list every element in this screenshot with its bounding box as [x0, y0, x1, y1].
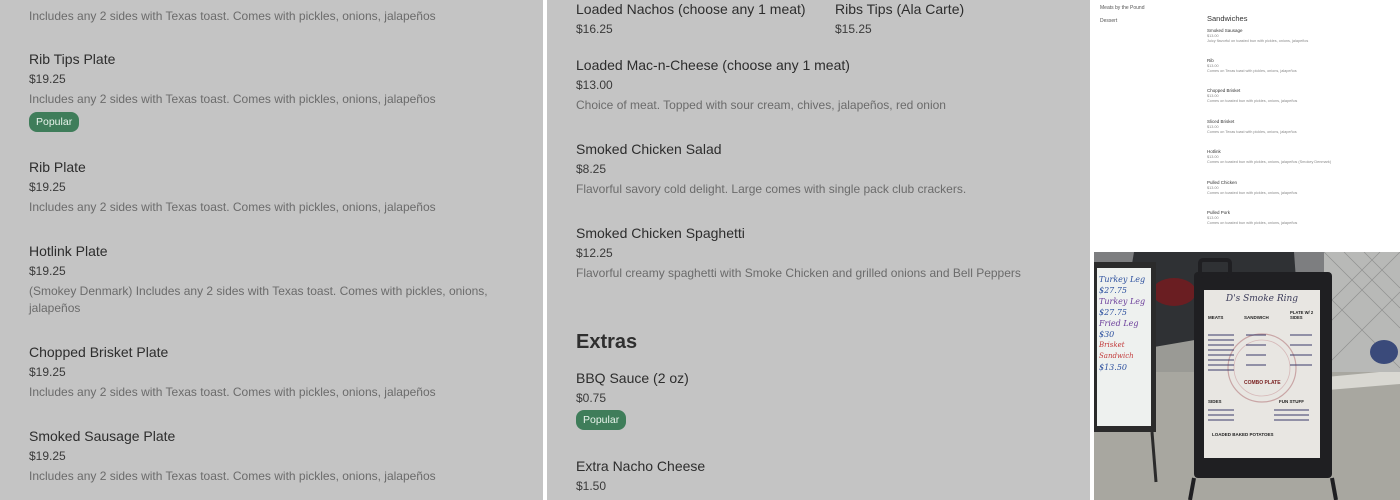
- thumb-item-desc: Comes on toasted bun with pickles, onion…: [1207, 191, 1298, 195]
- item-price: $19.25: [29, 365, 66, 379]
- menu-screenshot-thumbnail[interactable]: Meats by the Pound Dessert Sandwiches Sm…: [1094, 0, 1400, 248]
- menu-item[interactable]: Chopped Brisket Plate $19.25 Includes an…: [29, 343, 523, 401]
- storefront-sign-photo[interactable]: Turkey Leg $27.75 Turkey Leg $27.75 Frie…: [1094, 252, 1400, 500]
- sign-section: SIDES: [1208, 399, 1222, 404]
- thumb-item: Chopped Brisket $13.00 Comes on toasted …: [1207, 88, 1392, 104]
- item-description: Includes any 2 sides with Texas toast. C…: [29, 9, 436, 23]
- thumb-item-desc: Juicy flavorful on toasted bun with pick…: [1207, 39, 1309, 43]
- item-name: Loaded Mac-n-Cheese (choose any 1 meat): [576, 57, 850, 73]
- menu-item[interactable]: Extra Nacho Cheese $1.50: [576, 457, 1070, 494]
- menu-item[interactable]: Smoked Chicken Spaghetti $12.25 Flavorfu…: [576, 224, 1070, 282]
- thumb-item-desc: Comes on toasted bun with pickles, onion…: [1207, 160, 1332, 164]
- menu-item[interactable]: Hotlink Plate $19.25 (Smokey Denmark) In…: [29, 242, 493, 317]
- image-gallery: Meats by the Pound Dessert Sandwiches Sm…: [1094, 0, 1400, 500]
- thumb-item-desc: Comes on toasted bun with pickles, onion…: [1207, 99, 1298, 103]
- sign-section: COMBO PLATE: [1244, 380, 1281, 386]
- thumb-item-desc: Comes on toasted bun with pickles, onion…: [1207, 221, 1298, 225]
- thumb-item: Smoked Sausage $13.00 Juicy flavorful on…: [1207, 28, 1392, 44]
- item-name: Smoked Chicken Spaghetti: [576, 225, 745, 241]
- car-taillight: [1152, 278, 1196, 306]
- item-description: Choice of meat. Topped with sour cream, …: [576, 98, 946, 112]
- menu-item[interactable]: BBQ Sauce (2 oz) $0.75 Popular: [576, 369, 1070, 430]
- sign-header: MEATS: [1208, 315, 1224, 320]
- item-name: Smoked Sausage Plate: [29, 428, 176, 444]
- item-price: $19.25: [29, 180, 66, 194]
- item-description: (Smokey Denmark) Includes any 2 sides wi…: [29, 284, 488, 315]
- menu-item[interactable]: Smoked Sausage Plate $19.25 Includes any…: [29, 427, 523, 485]
- whiteboard-line: Fried Leg: [1099, 319, 1139, 328]
- thumb-item: Sliced Brisket $13.00 Comes on Texas toa…: [1207, 119, 1392, 135]
- item-name: BBQ Sauce (2 oz): [576, 370, 689, 386]
- item-name: Hotlink Plate: [29, 243, 108, 259]
- menu-item[interactable]: Rib Plate $19.25 Includes any 2 sides wi…: [29, 158, 523, 216]
- thumb-item: Pulled Pork $13.00 Comes on toasted bun …: [1207, 210, 1392, 226]
- item-price: $0.75: [576, 391, 607, 405]
- whiteboard-line: $27.75: [1099, 308, 1127, 317]
- item-price: $8.25: [576, 162, 607, 176]
- whiteboard-line: $27.75: [1099, 286, 1127, 295]
- menu-item[interactable]: Loaded Nachos (choose any 1 meat) $16.25: [576, 0, 806, 37]
- item-description: Flavorful savory cold delight. Large com…: [576, 182, 967, 196]
- item-description: Includes any 2 sides with Texas toast. C…: [29, 200, 436, 214]
- menu-item-partial[interactable]: Includes any 2 sides with Texas toast. C…: [29, 8, 523, 25]
- item-price: $12.25: [576, 246, 613, 260]
- thumb-category: Meats by the Pound: [1100, 5, 1145, 11]
- popular-badge: Popular: [29, 112, 80, 132]
- whiteboard-line: Turkey Leg: [1099, 297, 1146, 306]
- menu-panel-left: Includes any 2 sides with Texas toast. C…: [0, 0, 543, 500]
- item-description: Includes any 2 sides with Texas toast. C…: [29, 385, 436, 399]
- item-price: $19.25: [29, 72, 66, 86]
- thumb-category: Dessert: [1100, 18, 1118, 24]
- whiteboard-line: Turkey Leg: [1099, 275, 1146, 284]
- thumb-item-desc: Comes on Texas toast with pickles, onion…: [1207, 130, 1297, 134]
- thumb-item-desc: Comes on Texas toast with pickles, onion…: [1207, 69, 1297, 73]
- sign-header: PLATE W/ 2 SIDES: [1290, 310, 1314, 320]
- item-price: $19.25: [29, 264, 66, 278]
- ball: [1370, 340, 1398, 364]
- item-description: Includes any 2 sides with Texas toast. C…: [29, 469, 436, 483]
- thumb-item: Rib $13.00 Comes on Texas toast with pic…: [1207, 58, 1392, 74]
- menu-panel-middle: Loaded Nachos (choose any 1 meat) $16.25…: [547, 0, 1090, 500]
- item-name: Chopped Brisket Plate: [29, 344, 169, 360]
- section-title: Extras: [576, 331, 638, 353]
- item-name: Smoked Chicken Salad: [576, 141, 722, 157]
- sign-header: SANDWICH: [1244, 315, 1269, 320]
- item-price: $15.25: [835, 22, 872, 36]
- item-name: Loaded Nachos (choose any 1 meat): [576, 1, 806, 17]
- item-name: Rib Plate: [29, 159, 86, 175]
- item-price: $1.50: [576, 479, 607, 493]
- whiteboard-text: Turkey Leg $27.75 Turkey Leg $27.75 Frie…: [1099, 274, 1151, 373]
- whiteboard-line: $30: [1099, 330, 1115, 339]
- item-name: Ribs Tips (Ala Carte): [835, 1, 965, 17]
- sign-section: LOADED BAKED POTATOES: [1212, 432, 1274, 437]
- thumb-item: Pulled Chicken $13.00 Comes on toasted b…: [1207, 180, 1392, 196]
- whiteboard-line: $13.50: [1099, 363, 1127, 372]
- item-description: Includes any 2 sides with Texas toast. C…: [29, 92, 436, 106]
- item-price: $19.25: [29, 449, 66, 463]
- menu-item[interactable]: Ribs Tips (Ala Carte) $15.25: [835, 0, 964, 37]
- menu-item[interactable]: Smoked Chicken Salad $8.25 Flavorful sav…: [576, 140, 1070, 198]
- thumb-section-title: Sandwiches: [1207, 14, 1248, 23]
- whiteboard-line: Brisket Sandwich: [1099, 341, 1134, 360]
- thumb-item: Hotlink $13.00 Comes on toasted bun with…: [1207, 149, 1392, 165]
- sign-section: FUN STUFF: [1279, 399, 1304, 404]
- item-price: $13.00: [576, 78, 613, 92]
- sign-title: D's Smoke Ring: [1225, 294, 1299, 304]
- item-price: $16.25: [576, 22, 613, 36]
- popular-badge: Popular: [576, 410, 627, 430]
- item-description: Flavorful creamy spaghetti with Smoke Ch…: [576, 266, 1021, 280]
- menu-item[interactable]: Loaded Mac-n-Cheese (choose any 1 meat) …: [576, 56, 1070, 114]
- menu-item[interactable]: Rib Tips Plate $19.25 Includes any 2 sid…: [29, 50, 523, 132]
- item-name: Rib Tips Plate: [29, 51, 116, 67]
- item-name: Extra Nacho Cheese: [576, 458, 706, 474]
